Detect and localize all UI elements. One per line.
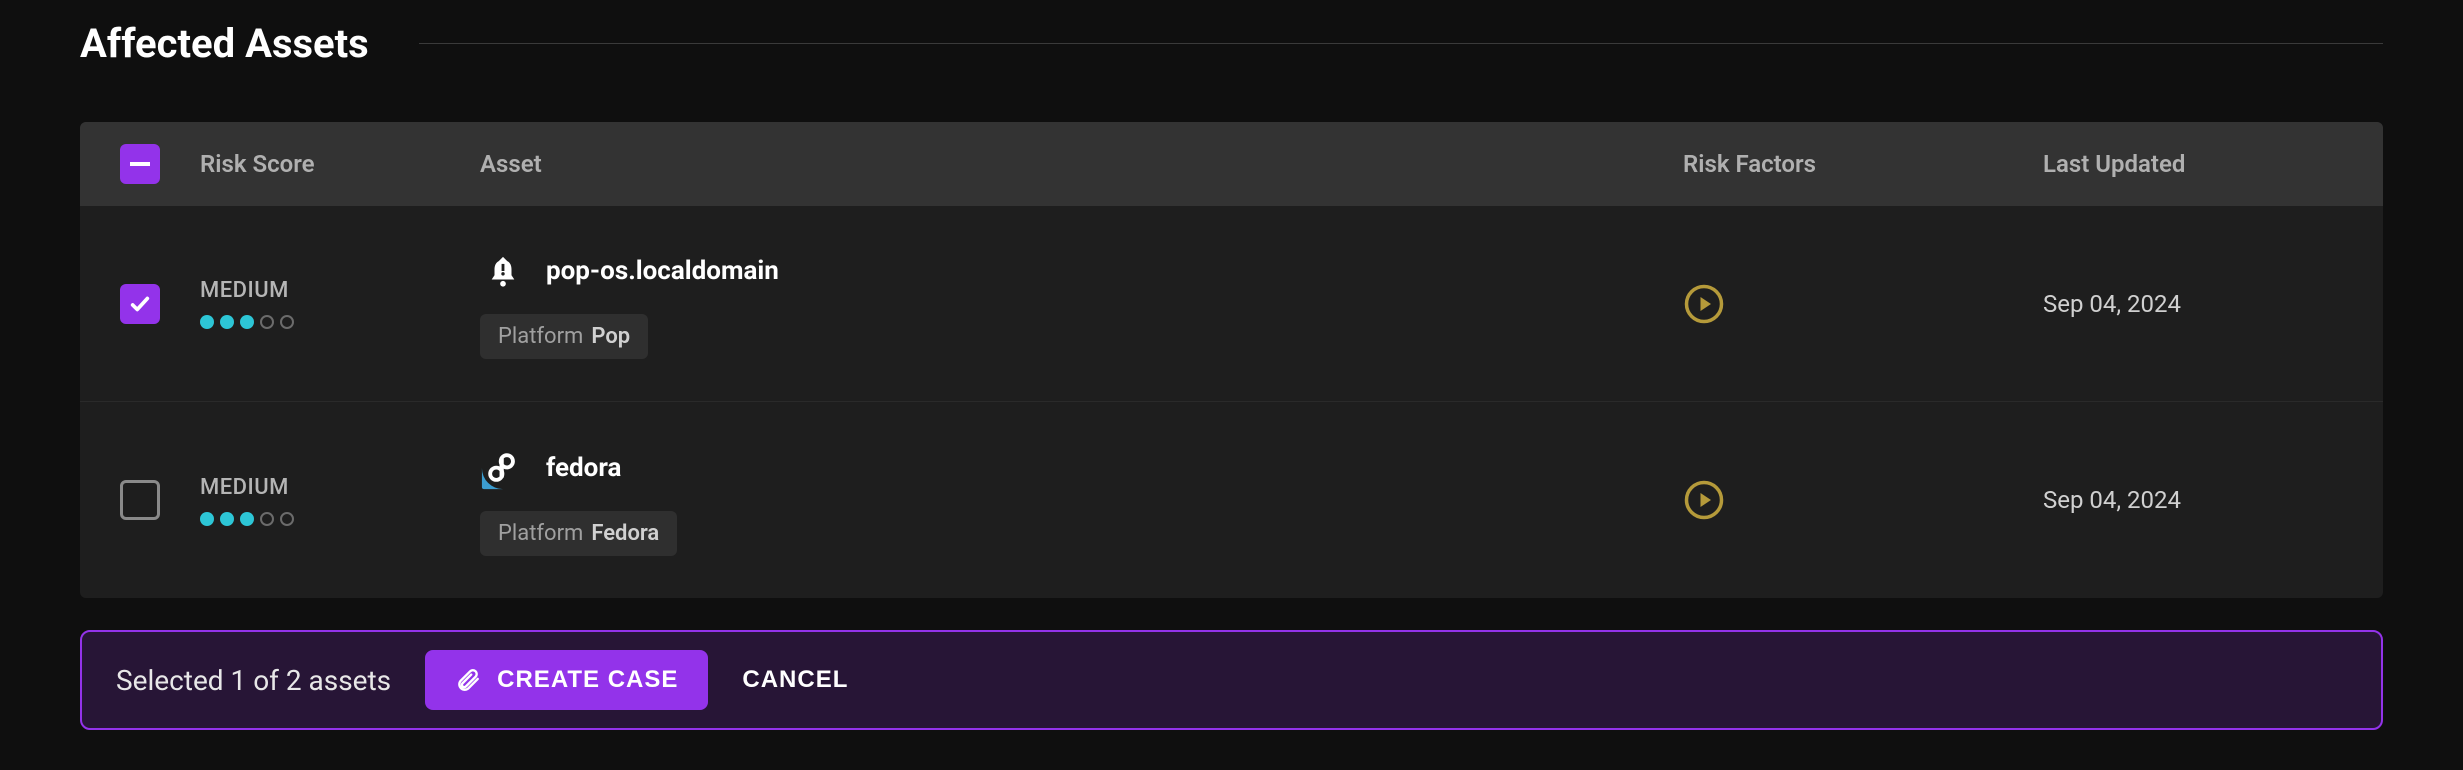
col-header-risk-factors[interactable]: Risk Factors bbox=[1683, 150, 2043, 178]
risk-factors-cell bbox=[1683, 479, 2043, 521]
divider bbox=[419, 43, 2383, 44]
platform-badge: Platform Pop bbox=[480, 314, 648, 359]
bell-alert-icon bbox=[480, 248, 526, 294]
risk-score-cell: MEDIUM bbox=[200, 475, 480, 526]
create-case-button[interactable]: CREATE CASE bbox=[425, 650, 708, 710]
assets-table: Risk Score Asset Risk Factors Last Updat… bbox=[80, 122, 2383, 598]
risk-dot-empty bbox=[280, 512, 294, 526]
table-header-row: Risk Score Asset Risk Factors Last Updat… bbox=[80, 122, 2383, 206]
selection-action-bar: Selected 1 of 2 assets CREATE CASE CANCE… bbox=[80, 630, 2383, 730]
section-header: Affected Assets bbox=[80, 20, 2383, 67]
risk-dot-filled bbox=[220, 315, 234, 329]
platform-badge: Platform Fedora bbox=[480, 511, 677, 556]
table-row[interactable]: MEDIUM bbox=[80, 402, 2383, 598]
row-checkbox[interactable] bbox=[120, 480, 160, 520]
platform-value: Fedora bbox=[591, 521, 659, 546]
risk-dots bbox=[200, 512, 480, 526]
risk-dot-empty bbox=[280, 315, 294, 329]
platform-value: Pop bbox=[591, 324, 630, 349]
risk-dot-filled bbox=[240, 315, 254, 329]
risk-level-label: MEDIUM bbox=[200, 278, 480, 303]
selected-count-text: Selected 1 of 2 assets bbox=[116, 664, 391, 697]
page-title: Affected Assets bbox=[80, 20, 369, 67]
risk-dot-filled bbox=[220, 512, 234, 526]
table-row[interactable]: MEDIUM bbox=[80, 206, 2383, 402]
fedora-icon bbox=[480, 445, 526, 491]
risk-dot-filled bbox=[200, 315, 214, 329]
create-case-label: CREATE CASE bbox=[497, 666, 678, 694]
minus-icon bbox=[130, 162, 150, 166]
platform-label: Platform bbox=[498, 324, 583, 349]
last-updated-cell: Sep 04, 2024 bbox=[2043, 290, 2383, 318]
asset-name[interactable]: fedora bbox=[546, 453, 621, 483]
risk-dot-empty bbox=[260, 512, 274, 526]
col-header-last-updated[interactable]: Last Updated bbox=[2043, 150, 2383, 178]
asset-name[interactable]: pop-os.localdomain bbox=[546, 256, 779, 286]
risk-dot-filled bbox=[200, 512, 214, 526]
last-updated-cell: Sep 04, 2024 bbox=[2043, 486, 2383, 514]
select-all-checkbox[interactable] bbox=[120, 144, 160, 184]
paperclip-icon bbox=[455, 667, 481, 693]
risk-level-label: MEDIUM bbox=[200, 475, 480, 500]
risk-score-cell: MEDIUM bbox=[200, 278, 480, 329]
play-circle-icon[interactable] bbox=[1683, 283, 1725, 325]
risk-factors-cell bbox=[1683, 283, 2043, 325]
risk-dot-filled bbox=[240, 512, 254, 526]
risk-dot-empty bbox=[260, 315, 274, 329]
check-icon bbox=[129, 293, 151, 315]
play-circle-icon[interactable] bbox=[1683, 479, 1725, 521]
platform-label: Platform bbox=[498, 521, 583, 546]
cancel-button[interactable]: CANCEL bbox=[742, 666, 848, 694]
risk-dots bbox=[200, 315, 480, 329]
col-header-risk-score[interactable]: Risk Score bbox=[200, 150, 480, 178]
asset-cell: pop-os.localdomain Platform Pop bbox=[480, 248, 1683, 359]
asset-cell: fedora Platform Fedora bbox=[480, 445, 1683, 556]
col-header-asset[interactable]: Asset bbox=[480, 150, 1683, 178]
row-checkbox[interactable] bbox=[120, 284, 160, 324]
